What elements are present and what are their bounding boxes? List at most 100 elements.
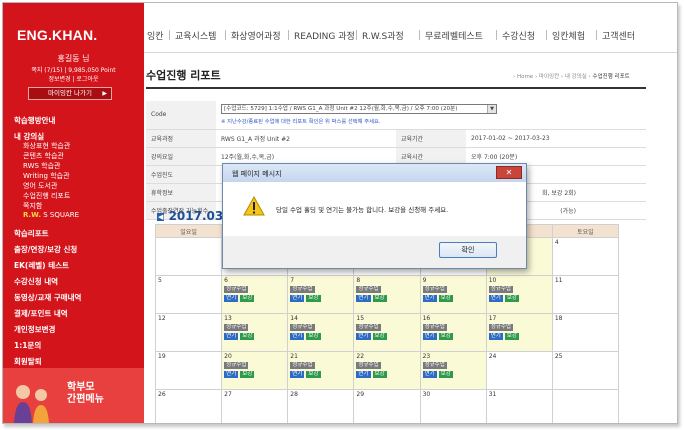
calendar-day: 14 정규수업 연기 보강	[287, 313, 355, 352]
sidebar-item-requests[interactable]: 출장/연장/보강 신청	[14, 244, 77, 255]
day-number: 9	[422, 277, 427, 284]
regular-class-badge[interactable]: 정규수업	[356, 324, 381, 331]
postpone-button[interactable]: 연기	[224, 333, 239, 340]
breadcrumb-path[interactable]: › Home › 마이잉칸 › 내 강의실 ›	[513, 74, 591, 80]
regular-class-badge[interactable]: 정규수업	[224, 286, 249, 293]
badge-row: 연기 보강	[224, 293, 285, 302]
sidebar-sub-rws-square[interactable]: R.W. S SQUARE	[23, 211, 79, 219]
regular-class-badge[interactable]: 정규수업	[224, 362, 249, 369]
makeup-button[interactable]: 보강	[372, 295, 387, 302]
sidebar-sub-rws[interactable]: RWS 학습관	[23, 161, 61, 171]
code-select[interactable]: [수업코드: 5729] 1:1수업 / RWS G1_A 과정 Unit #2…	[221, 104, 497, 115]
sidebar-sub-content[interactable]: 콘텐츠 학습관	[23, 151, 64, 161]
sidebar-item-purchases[interactable]: 동영상/교재 구매내역	[14, 292, 81, 303]
makeup-button[interactable]: 보강	[372, 333, 387, 340]
sidebar-sub-messages[interactable]: 쪽지함	[23, 201, 42, 211]
nav-item-free-level-test[interactable]: 무료레벨테스트	[425, 29, 483, 42]
user-links[interactable]: 정보변경 | 로그아웃	[3, 74, 144, 83]
calendar-week: 19 20 정규수업 연기 보강 21 정규수업 연기 보강 22 정규수업 연기 보강 23 정규수업 연기…	[154, 351, 620, 390]
breadcrumb-current: 수업진행 리포트	[592, 74, 630, 80]
sidebar-item-guide[interactable]: 학습행방안내	[14, 115, 55, 126]
calendar-day: 18	[551, 313, 620, 352]
calendar-day: 5	[154, 275, 223, 314]
makeup-button[interactable]: 보강	[306, 371, 321, 378]
makeup-button[interactable]: 보강	[240, 295, 255, 302]
makeup-button[interactable]: 보강	[438, 333, 453, 340]
nav-item-reading-course[interactable]: READING 과정	[294, 29, 355, 42]
makeup-button[interactable]: 보강	[306, 295, 321, 302]
nav-item-video-course[interactable]: 화상영어과정	[231, 29, 281, 42]
chevron-down-icon[interactable]: ▼	[487, 105, 496, 114]
sidebar-item-withdraw[interactable]: 회원탈퇴	[14, 356, 42, 367]
postpone-button[interactable]: 연기	[422, 295, 437, 302]
dialog-titlebar[interactable]: 웹 페이지 메시지 ✕	[223, 164, 526, 182]
postpone-button[interactable]: 연기	[422, 333, 437, 340]
sidebar-item-payments[interactable]: 결제/포인트 내역	[14, 308, 68, 319]
sidebar-item-profile[interactable]: 개인정보변경	[14, 324, 55, 335]
postpone-button[interactable]: 연기	[290, 333, 305, 340]
regular-class-badge[interactable]: 정규수업	[422, 324, 447, 331]
prev-month-icon[interactable]: ◀	[157, 212, 165, 221]
badge-row: 연기 보강	[422, 369, 484, 378]
postpone-button[interactable]: 연기	[224, 371, 239, 378]
regular-class-badge[interactable]: 정규수업	[356, 362, 381, 369]
regular-class-badge[interactable]: 정규수업	[356, 286, 381, 293]
makeup-button[interactable]: 보강	[438, 295, 453, 302]
nav-divider	[496, 30, 497, 40]
sidebar-sub-report[interactable]: 수업진행 리포트	[23, 191, 70, 201]
badge-row: 정규수업	[422, 284, 484, 293]
close-icon[interactable]: ✕	[496, 166, 522, 179]
nav-item-education-system[interactable]: 교육시스템	[175, 29, 216, 42]
makeup-button[interactable]: 보강	[306, 333, 321, 340]
makeup-button[interactable]: 보강	[438, 371, 453, 378]
nav-item-rws-course[interactable]: R.W.S과정	[362, 29, 404, 42]
postpone-button[interactable]: 연기	[356, 371, 371, 378]
postpone-button[interactable]: 연기	[488, 295, 503, 302]
code-select-value: [수업코드: 5729] 1:1수업 / RWS G1_A 과정 Unit #2…	[224, 106, 458, 113]
code-label: Code	[146, 101, 216, 130]
badge-row: 정규수업	[422, 322, 484, 331]
exit-my-page-button[interactable]: 마이잉칸 나가기 ▶	[28, 87, 112, 100]
ok-button[interactable]: 확인	[439, 242, 497, 258]
site-logo[interactable]: ENG.KHAN.	[17, 27, 97, 43]
regular-class-badge[interactable]: 정규수업	[290, 324, 315, 331]
breadcrumb: › Home › 마이잉칸 › 내 강의실 › 수업진행 리포트	[513, 72, 630, 80]
sidebar-sub-writing[interactable]: Writing 학습관	[23, 171, 70, 181]
sidebar-item-study-report[interactable]: 학습리포트	[14, 228, 49, 239]
badge-row: 정규수업	[224, 360, 285, 369]
nav-item-customer-center[interactable]: 고객센터	[602, 29, 635, 42]
day-number: 17	[488, 315, 497, 322]
regular-class-badge[interactable]: 정규수업	[290, 362, 315, 369]
postpone-button[interactable]: 연기	[356, 295, 371, 302]
day-number: 29	[356, 391, 365, 398]
regular-class-badge[interactable]: 정규수업	[290, 286, 315, 293]
sidebar-item-enrollment[interactable]: 수강신청 내역	[14, 276, 58, 287]
makeup-button[interactable]: 보강	[372, 371, 387, 378]
regular-class-badge[interactable]: 정규수업	[488, 324, 513, 331]
regular-class-badge[interactable]: 정규수업	[224, 324, 249, 331]
sidebar-sub-video[interactable]: 화상표현 학습관	[23, 141, 70, 151]
makeup-button[interactable]: 보강	[504, 333, 519, 340]
postpone-button[interactable]: 연기	[488, 333, 503, 340]
sidebar-item-level-test[interactable]: EK(레벨) 테스트	[14, 260, 69, 271]
postpone-button[interactable]: 연기	[290, 371, 305, 378]
nav-item-trial[interactable]: 잉칸체험	[552, 29, 585, 42]
regular-class-badge[interactable]: 정규수업	[422, 286, 447, 293]
postpone-button[interactable]: 연기	[290, 295, 305, 302]
regular-class-badge[interactable]: 정규수업	[488, 286, 513, 293]
calendar-day: 28	[287, 389, 355, 423]
makeup-button[interactable]: 보강	[240, 371, 255, 378]
makeup-button[interactable]: 보강	[240, 333, 255, 340]
day-number: 24	[488, 353, 497, 360]
sidebar-item-inquiry[interactable]: 1:1문의	[14, 340, 41, 351]
sidebar-sub-library[interactable]: 영어 도서관	[23, 181, 57, 191]
nav-item-enroll[interactable]: 수강신청	[502, 29, 535, 42]
makeup-button[interactable]: 보강	[504, 295, 519, 302]
postpone-button[interactable]: 연기	[356, 333, 371, 340]
postpone-button[interactable]: 연기	[422, 371, 437, 378]
parent-menu-banner[interactable]: 학부모 간편메뉴	[3, 368, 144, 423]
postpone-button[interactable]: 연기	[224, 295, 239, 302]
nav-item-home[interactable]: 잉칸	[147, 29, 164, 42]
regular-class-badge[interactable]: 정규수업	[422, 362, 447, 369]
day-number: 5	[158, 277, 162, 284]
